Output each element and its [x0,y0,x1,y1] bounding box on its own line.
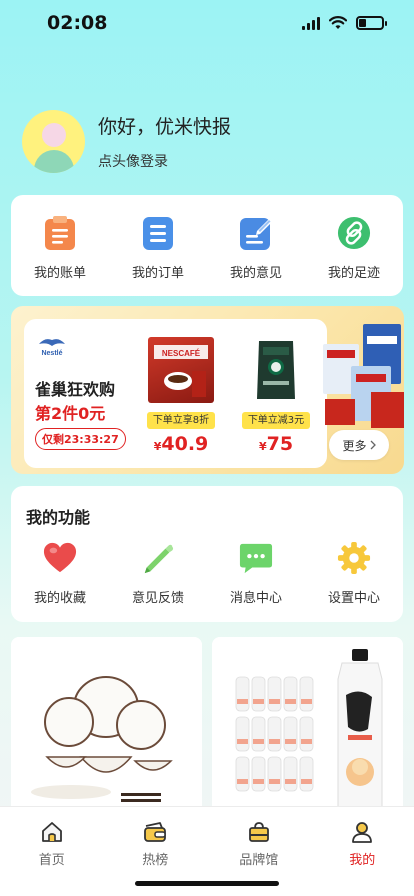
feature-label: 意见反馈 [131,591,184,606]
menu-item-label: 我的足迹 [327,266,380,281]
countdown-badge: 仅剩23:33:27 [35,428,126,450]
chat-icon [239,540,273,576]
profile-header: 你好，优米快报 点头像登录 [22,110,231,173]
sparkling-water-product-image [212,637,403,812]
avatar[interactable] [22,110,85,173]
menu-item-label: 我的订单 [131,266,184,281]
wallet-icon [144,822,167,842]
menu-item-opinions[interactable]: 我的意见 [211,215,301,296]
nescafe-product-image: NESCAFÉ [148,337,214,403]
feature-favorites[interactable]: 我的收藏 [15,540,105,606]
tab-label: 热榜 [142,853,169,868]
section-title: 我的功能 [26,508,91,527]
greeting-text: 你好，优米快报 [98,116,232,138]
tab-label: 首页 [38,853,65,868]
shopping-bag-icon [248,822,269,842]
battery-level [359,19,366,27]
tab-label: 品牌馆 [239,853,279,868]
home-indicator [135,881,279,886]
menu-item-footprint[interactable]: 我的足迹 [309,215,399,296]
account-menu-card: 我的账单 我的订单 我的意见 我的足迹 [11,195,403,296]
feature-settings[interactable]: 设置中心 [309,540,399,606]
promo-banner[interactable]: Nestlé 雀巢狂欢购 第2件0元 仅剩23:33:27 NESCAFÉ 下单… [11,306,404,474]
promo-title: 雀巢狂欢购 [35,380,116,399]
feature-messages[interactable]: 消息中心 [211,540,301,606]
feature-label: 消息中心 [229,591,282,606]
product-tile[interactable] [11,637,202,812]
menu-item-label: 我的意见 [229,266,282,281]
more-button-label: 更多 [342,438,367,453]
features-card: 我的功能 我的收藏 意见反馈 消息中心 设置中心 [11,486,403,622]
product-tile[interactable] [212,637,403,812]
pencil-icon [141,540,175,576]
tab-home[interactable]: 首页 [0,807,104,896]
tab-label: 我的 [349,853,376,868]
starbucks-product-image [243,337,309,403]
user-icon [352,822,373,843]
promo-collage-image [323,324,404,428]
tableware-product-image [11,637,202,812]
order-icon [141,215,175,251]
home-icon [41,822,62,842]
login-hint[interactable]: 点头像登录 [98,151,231,171]
status-time: 02:08 [47,12,108,34]
promo-product[interactable]: NESCAFÉ 下单立享8折 ¥40.9 [140,337,222,455]
tab-mine[interactable]: 我的 [311,807,414,896]
svg-text:NESCAFÉ: NESCAFÉ [162,349,201,358]
link-icon [337,215,371,251]
chevron-right-icon [370,440,376,450]
gear-icon [337,540,371,576]
nestle-logo: Nestlé [35,339,69,357]
status-icons [302,16,387,30]
promo-product[interactable]: 下单立减3元 ¥75 [235,337,317,455]
more-button[interactable]: 更多 [329,430,389,460]
cellular-signal-icon [302,16,320,30]
menu-item-label: 我的账单 [33,266,86,281]
wifi-icon [329,16,347,29]
feature-label: 设置中心 [327,591,380,606]
feature-label: 我的收藏 [33,591,86,606]
heart-icon [43,540,77,576]
bill-icon [43,215,77,251]
feature-feedback[interactable]: 意见反馈 [113,540,203,606]
product-price: ¥40.9 [153,433,209,455]
svg-text:Nestlé: Nestlé [41,350,62,357]
promo-card: Nestlé 雀巢狂欢购 第2件0元 仅剩23:33:27 NESCAFÉ 下单… [24,319,327,468]
status-bar: 02:08 [0,0,414,50]
product-price: ¥75 [258,433,294,455]
menu-item-orders[interactable]: 我的订单 [113,215,203,296]
discount-tag: 下单立减3元 [242,412,310,429]
promo-subtitle: 第2件0元 [35,404,106,423]
discount-tag: 下单立享8折 [147,412,215,429]
battery-icon [356,16,387,30]
menu-item-bill[interactable]: 我的账单 [15,215,105,296]
edit-icon [239,215,273,251]
